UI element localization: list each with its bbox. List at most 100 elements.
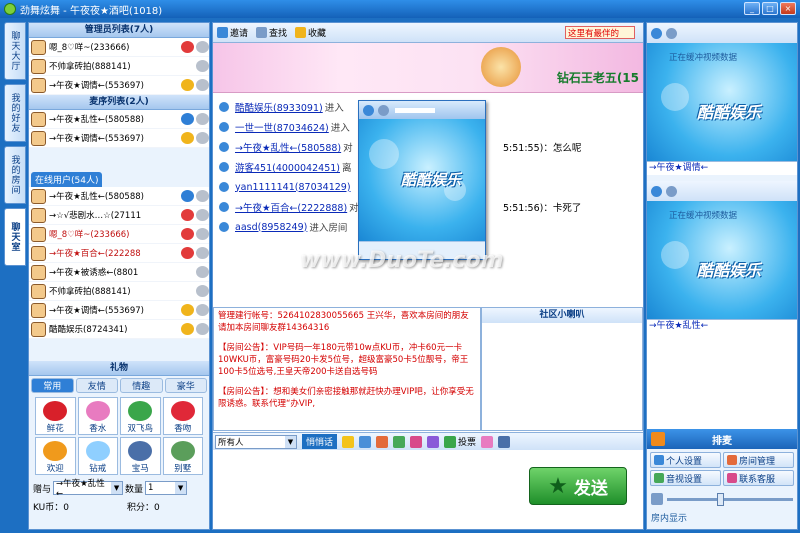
camera-icon [196, 60, 209, 72]
chat-icon [219, 142, 229, 152]
volume-slider[interactable] [647, 489, 797, 509]
close-button[interactable]: × [780, 2, 796, 15]
online-user-row[interactable]: →午夜★乱性←(580588) [29, 187, 209, 206]
video-box-2: 正在缓冲视频数据 酷酷娱乐 →午夜★乱性← [647, 181, 797, 333]
more-icon[interactable] [498, 435, 511, 448]
quantity-select[interactable]: 1 ▼ [145, 481, 188, 495]
gift-tab-luxury[interactable]: 豪华 [164, 378, 207, 393]
user-icon[interactable] [651, 185, 662, 197]
camera-icon [196, 323, 209, 335]
volume-track[interactable] [667, 492, 793, 506]
color-icon[interactable] [393, 435, 406, 448]
give-to-select[interactable]: →午夜★乱性← ▼ [53, 479, 124, 499]
find-button[interactable]: 查找 [256, 26, 287, 39]
message-input[interactable]: ★ 发送 [213, 451, 643, 529]
volume-knob[interactable] [717, 492, 725, 506]
user-panel: 管理员列表(7人) 嗯_8♡咩~(233666) 不帅拿砖拍(888141) →… [28, 22, 210, 530]
chevron-down-icon: ▼ [285, 435, 296, 448]
invite-button[interactable]: 邀请 [217, 26, 248, 39]
decor-bubble [661, 83, 689, 111]
admin-row[interactable]: →午夜★调情←(553697) [29, 76, 209, 95]
gift-welcome[interactable]: 欢迎 [35, 437, 76, 475]
camera-icon [196, 285, 209, 297]
chevron-down-icon: ▼ [175, 482, 187, 494]
online-user-row[interactable]: 不帅拿砖拍(888141) [29, 282, 209, 301]
maximize-button[interactable]: □ [762, 2, 778, 15]
gift-perfume[interactable]: 香水 [77, 397, 118, 435]
mic-row[interactable]: →午夜★乱性←(580588) [29, 110, 209, 129]
speaker-icon[interactable] [666, 185, 677, 197]
user-icon [654, 455, 664, 465]
music-icon[interactable] [427, 435, 440, 448]
online-user-row[interactable]: →午夜★调情←(553697) [29, 301, 209, 320]
side-tab-friends[interactable]: 我的好友 [4, 84, 26, 142]
mic-row[interactable]: →午夜★调情←(553697) [29, 129, 209, 148]
give-to-label: 赠与 [33, 484, 52, 495]
send-button[interactable]: ★ 发送 [529, 467, 627, 505]
info-icon [219, 102, 229, 112]
gift-icon[interactable] [410, 435, 423, 448]
minimize-button[interactable]: _ [744, 2, 760, 15]
window-title: 劲舞炫舞 - 午夜夜★酒吧(1018) [20, 5, 163, 17]
side-tabs: 聊天大厅 我的好友 我的房间 聊天室 [4, 22, 26, 270]
gift-car[interactable]: 宝马 [120, 437, 161, 475]
gift-ring[interactable]: 钻戒 [77, 437, 118, 475]
whisper-toggle[interactable]: 悄悄话 [302, 434, 338, 449]
mic-list: →午夜★乱性←(580588) →午夜★调情←(553697) [29, 110, 209, 148]
contact-support-button[interactable]: 联系客服 [723, 470, 794, 486]
gift-tab-friendship[interactable]: 友情 [75, 378, 118, 393]
star-icon: ★ [548, 473, 568, 499]
avatar [31, 188, 46, 204]
personal-settings-button[interactable]: 个人设置 [650, 452, 721, 468]
notice-vip: 【房间公告】：VIP号码一年180元带10w点KU币，冲卡60元一卡10WKU币… [218, 343, 469, 377]
gift-birds[interactable]: 双飞鸟 [120, 397, 161, 435]
gift-flower[interactable]: 鲜花 [35, 397, 76, 435]
scrolling-ad[interactable]: 这里有最伴的 [565, 26, 635, 39]
video-popup[interactable]: 酷酷娱乐 [358, 100, 486, 260]
gift-tab-romance[interactable]: 情趣 [120, 378, 163, 393]
speaker-icon[interactable] [378, 104, 389, 116]
user-icon[interactable] [363, 104, 374, 116]
gift-kiss[interactable]: 香吻 [162, 397, 203, 435]
side-tab-chatroom[interactable]: 聊天室 [4, 208, 26, 266]
admin-list: 嗯_8♡咩~(233666) 不帅拿砖拍(888141) →午夜★调情←(553… [29, 38, 209, 95]
avatar [31, 77, 46, 93]
gift-tab-common[interactable]: 常用 [31, 378, 74, 393]
flower-icon[interactable] [481, 435, 494, 448]
online-user-row[interactable]: →☆√悲剧水…☆(27111 [29, 206, 209, 225]
image-icon[interactable] [376, 435, 389, 448]
online-user-row[interactable]: 嗯_8♡咩~(233666) [29, 225, 209, 244]
recipient-select[interactable]: 所有人 ▼ [215, 434, 297, 449]
vote-button[interactable]: 投票 [444, 435, 476, 448]
favorite-button[interactable]: 收藏 [295, 26, 326, 39]
online-user-row[interactable]: →午夜★百合←(222288 [29, 244, 209, 263]
avatar [31, 302, 46, 318]
speaker-icon[interactable] [666, 27, 677, 39]
house-icon [170, 441, 195, 461]
online-user-row[interactable]: →午夜★被诱惑←(8801 [29, 263, 209, 282]
font-icon[interactable] [359, 435, 372, 448]
side-tab-my-room[interactable]: 我的房间 [4, 146, 26, 204]
admin-row[interactable]: 嗯_8♡咩~(233666) [29, 38, 209, 57]
welcome-icon [43, 441, 68, 461]
emoticon-icon[interactable] [342, 435, 355, 448]
lips-icon [181, 228, 194, 240]
video-user-label[interactable]: →午夜★调情← [647, 161, 797, 175]
avatar [31, 283, 46, 299]
admin-list-header: 管理员列表(7人) [29, 23, 209, 38]
lips-icon [181, 247, 194, 259]
app-icon [4, 3, 16, 15]
support-icon [727, 473, 737, 483]
flower-icon [43, 401, 68, 421]
community-speaker: 社区小喇叭 [481, 307, 643, 431]
side-tab-lobby[interactable]: 聊天大厅 [4, 22, 26, 80]
tab-online-users[interactable]: 在线用户(54人) [31, 172, 103, 187]
video-user-label[interactable]: →午夜★乱性← [647, 319, 797, 333]
admin-row[interactable]: 不帅拿砖拍(888141) [29, 57, 209, 76]
av-settings-button[interactable]: 音视设置 [650, 470, 721, 486]
gift-villa[interactable]: 别墅 [162, 437, 203, 475]
volume-bar[interactable] [395, 107, 435, 113]
user-icon[interactable] [651, 27, 662, 39]
room-manage-button[interactable]: 房间管理 [723, 452, 794, 468]
online-user-row[interactable]: 酷酷娱乐(8724341) [29, 320, 209, 339]
